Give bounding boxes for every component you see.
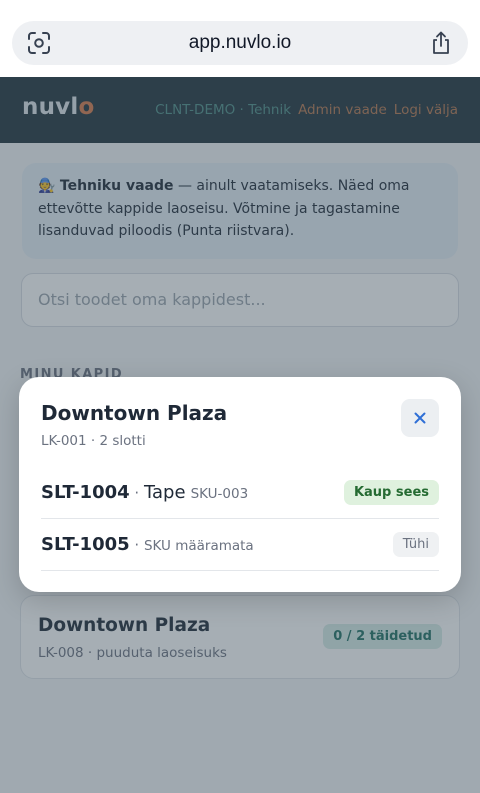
slot-separator: · (129, 536, 144, 554)
slot-status-badge: Kaup sees (343, 480, 439, 505)
slot-separator: · (129, 484, 144, 502)
slot-id: SLT-1004 (41, 482, 130, 503)
slot-info: SLT-1005 · SKU määramata (41, 519, 254, 571)
close-button[interactable] (401, 399, 439, 437)
slot-sku: SKU-003 (190, 486, 249, 502)
url-text[interactable]: app.nuvlo.io (12, 21, 468, 65)
modal-title: Downtown Plaza (41, 401, 228, 425)
slot-product-name: Tape (143, 482, 186, 503)
slot-row[interactable]: SLT-1004 · Tape SKU-003 Kaup sees (41, 467, 439, 519)
browser-bar: app.nuvlo.io (0, 0, 480, 77)
slot-info: SLT-1004 · Tape SKU-003 (41, 467, 248, 519)
modal-subtitle: LK-001 · 2 slotti (41, 433, 146, 449)
slot-row[interactable]: SLT-1005 · SKU määramata Tühi (41, 519, 439, 571)
address-bar[interactable]: app.nuvlo.io (12, 21, 468, 65)
slot-status-badge: Tühi (392, 532, 439, 557)
slot-id: SLT-1005 (41, 534, 130, 555)
close-icon (414, 412, 426, 424)
locker-detail-modal: Downtown Plaza LK-001 · 2 slotti SLT-100… (19, 377, 461, 592)
slot-sku: SKU määramata (143, 538, 254, 554)
share-icon[interactable] (430, 31, 452, 55)
